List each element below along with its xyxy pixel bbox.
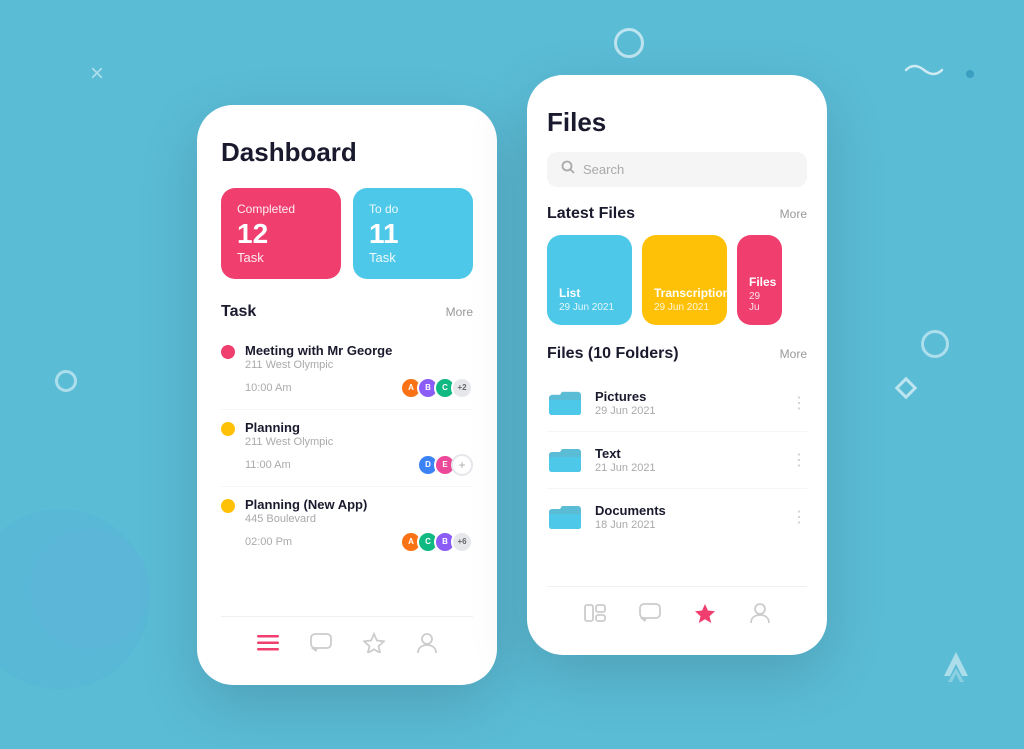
file-card-date-2: 29 Ju (749, 291, 770, 313)
task-time-2: 11:00 Am (245, 459, 291, 471)
nav-user-icon-2[interactable] (748, 601, 772, 625)
file-card-name-1: Transcription (654, 286, 715, 300)
deco-squiggle (904, 60, 944, 86)
stats-row: Completed 12 Task To do 11 Task (221, 188, 473, 279)
files-title: Files (547, 107, 807, 138)
folder-name-0: Pictures (595, 389, 779, 404)
todo-label: To do (369, 202, 457, 216)
task-dot-2 (221, 422, 235, 436)
folder-menu-1[interactable]: ⋮ (791, 450, 807, 470)
dashboard-phone: Dashboard Completed 12 Task To do 11 Tas… (197, 105, 497, 685)
task-section-title: Task (221, 303, 256, 321)
avatar-more-1: +2 (451, 377, 473, 399)
task-location-3: 445 Boulevard (245, 513, 473, 525)
folder-menu-2[interactable]: ⋮ (791, 507, 807, 527)
deco-circle-top (614, 28, 644, 58)
folder-menu-0[interactable]: ⋮ (791, 393, 807, 413)
folder-date-1: 21 Jun 2021 (595, 462, 779, 474)
search-icon (561, 160, 575, 179)
deco-blue-dot-right (966, 70, 974, 78)
task-avatars-3: A C B +6 (400, 531, 473, 553)
folders-header: Files (10 Folders) More (547, 345, 807, 363)
task-dot-1 (221, 345, 235, 359)
latest-files-more[interactable]: More (780, 207, 807, 221)
task-name-1: Meeting with Mr George (245, 343, 473, 358)
folder-name-2: Documents (595, 503, 779, 518)
phones-container: Dashboard Completed 12 Task To do 11 Tas… (0, 0, 1024, 749)
list-item[interactable]: Pictures 29 Jun 2021 ⋮ (547, 375, 807, 432)
deco-blue-circle (30, 529, 150, 649)
latest-files-row: List 29 Jun 2021 Transcription 29 Jun 20… (547, 235, 807, 325)
task-dot-3 (221, 499, 235, 513)
folder-name-1: Text (595, 446, 779, 461)
folders-title: Files (10 Folders) (547, 345, 679, 363)
completed-label: Completed (237, 202, 325, 216)
list-item[interactable]: Text 21 Jun 2021 ⋮ (547, 432, 807, 489)
task-name-2: Planning (245, 420, 473, 435)
task-avatars-2: D E + (417, 454, 473, 476)
table-row[interactable]: Planning 211 West Olympic 11:00 Am D E + (221, 410, 473, 487)
search-bar[interactable]: Search (547, 152, 807, 187)
files-bottom-nav (547, 586, 807, 639)
task-time-3: 02:00 Pm (245, 536, 292, 548)
completed-card: Completed 12 Task (221, 188, 341, 279)
task-location-1: 211 West Olympic (245, 359, 473, 371)
latest-files-title: Latest Files (547, 205, 635, 223)
folder-date-0: 29 Jun 2021 (595, 405, 779, 417)
folders-list: Pictures 29 Jun 2021 ⋮ Text (547, 375, 807, 586)
dashboard-bottom-nav (221, 616, 473, 669)
task-location-2: 211 West Olympic (245, 436, 473, 448)
file-card-name-0: List (559, 286, 620, 300)
nav-chat-icon-2[interactable] (638, 601, 662, 625)
nav-chat-icon[interactable] (309, 631, 333, 655)
file-card-files[interactable]: Files 29 Ju (737, 235, 782, 325)
dashboard-title: Dashboard (221, 137, 473, 168)
file-card-name-2: Files (749, 275, 770, 289)
brand-logo (938, 646, 974, 689)
completed-number: 12 (237, 220, 325, 248)
files-phone: Files Search Latest Files More L (527, 75, 827, 655)
folder-date-2: 18 Jun 2021 (595, 519, 779, 531)
avatar-plus-2: + (451, 454, 473, 476)
table-row[interactable]: Meeting with Mr George 211 West Olympic … (221, 333, 473, 410)
todo-sublabel: Task (369, 250, 457, 265)
task-avatars-1: A B C +2 (400, 377, 473, 399)
nav-menu-icon[interactable] (256, 631, 280, 655)
latest-files-header: Latest Files More (547, 205, 807, 223)
file-card-transcription[interactable]: Transcription 29 Jun 2021 (642, 235, 727, 325)
nav-user-icon[interactable] (415, 631, 439, 655)
task-list: Meeting with Mr George 211 West Olympic … (221, 333, 473, 616)
search-input[interactable]: Search (583, 162, 624, 177)
avatar-more-3: +6 (451, 531, 473, 553)
nav-star-icon[interactable] (362, 631, 386, 655)
folder-icon-pictures (547, 385, 583, 421)
file-card-date-0: 29 Jun 2021 (559, 302, 620, 313)
task-more-link[interactable]: More (446, 305, 473, 319)
deco-circle-right (921, 330, 949, 358)
table-row[interactable]: Planning (New App) 445 Boulevard 02:00 P… (221, 487, 473, 563)
completed-sublabel: Task (237, 250, 325, 265)
nav-star-active-icon[interactable] (693, 601, 717, 625)
todo-card: To do 11 Task (353, 188, 473, 279)
file-card-list[interactable]: List 29 Jun 2021 (547, 235, 632, 325)
folders-more[interactable]: More (780, 347, 807, 361)
deco-circle-left (55, 370, 77, 392)
todo-number: 11 (369, 220, 457, 248)
deco-x: × (90, 60, 104, 88)
task-name-3: Planning (New App) (245, 497, 473, 512)
list-item[interactable]: Documents 18 Jun 2021 ⋮ (547, 489, 807, 545)
folder-icon-text (547, 442, 583, 478)
task-time-1: 10:00 Am (245, 382, 291, 394)
folder-icon-documents (547, 499, 583, 535)
nav-layout-icon[interactable] (583, 601, 607, 625)
file-card-date-1: 29 Jun 2021 (654, 302, 715, 313)
task-section-header: Task More (221, 303, 473, 321)
